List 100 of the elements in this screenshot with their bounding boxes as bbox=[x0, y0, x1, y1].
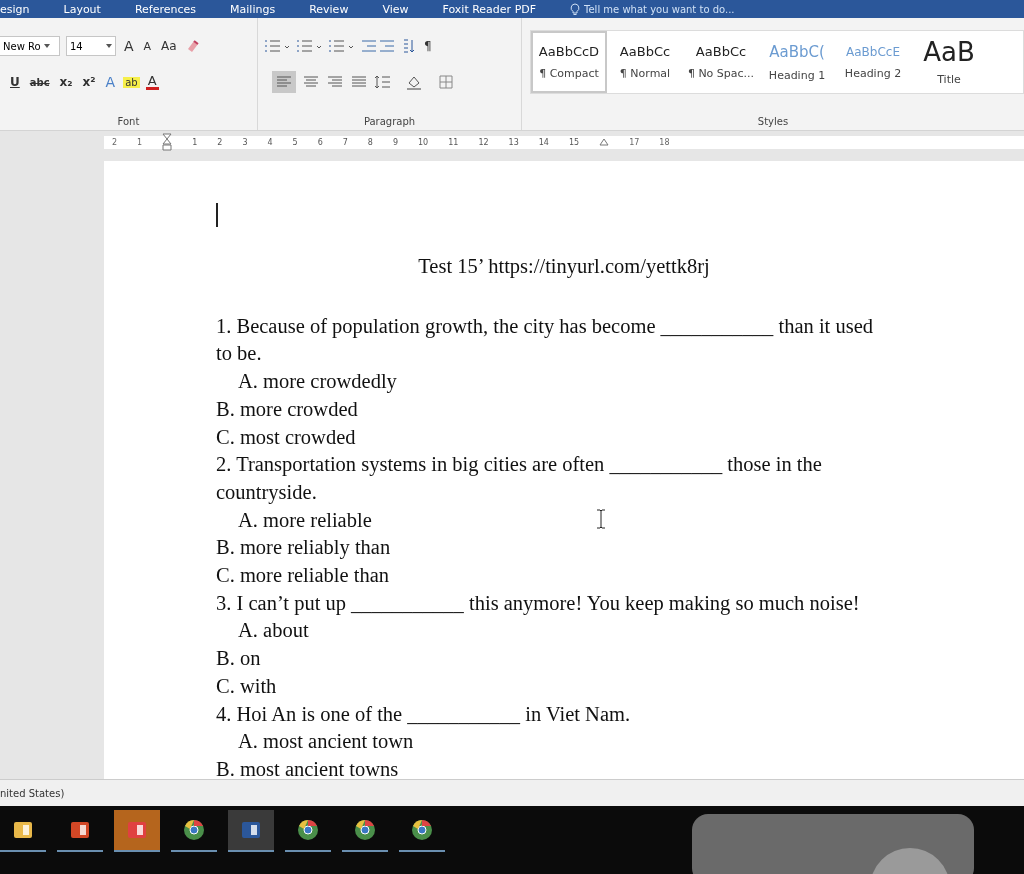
app-icon bbox=[354, 819, 376, 841]
ribbon-tab[interactable]: Layout bbox=[63, 2, 101, 16]
app-icon bbox=[240, 819, 262, 841]
font-name-dropdown[interactable]: New Ro bbox=[0, 36, 60, 56]
ribbon-tab[interactable]: View bbox=[382, 2, 409, 16]
style-name: Heading 2 bbox=[844, 66, 902, 80]
list-icon[interactable] bbox=[296, 39, 322, 53]
ruler-number: 6 bbox=[317, 137, 323, 147]
style-option[interactable]: AaBbCc ¶ No Spac... bbox=[683, 31, 759, 93]
answer-option: B. most ancient towns bbox=[216, 755, 399, 779]
answer-option: C. with bbox=[216, 672, 277, 701]
superscript-button[interactable]: x² bbox=[80, 75, 98, 89]
font-size-dropdown[interactable]: 14 bbox=[66, 36, 116, 56]
taskbar-app[interactable] bbox=[228, 810, 274, 852]
i-beam-cursor-icon bbox=[596, 509, 606, 529]
group-label: Paragraph bbox=[362, 116, 417, 127]
ruler-number: 1 bbox=[137, 137, 143, 147]
lightbulb-icon bbox=[570, 2, 581, 16]
ribbon-tab[interactable]: esign bbox=[0, 2, 30, 16]
tell-me-search-field[interactable]: Tell me what you want to do... bbox=[584, 3, 775, 15]
group-label: Font bbox=[116, 116, 141, 127]
align-left-icon[interactable] bbox=[272, 71, 296, 93]
justify-icon[interactable] bbox=[350, 75, 368, 89]
style-option[interactable]: AaB Title bbox=[911, 31, 987, 93]
ruler-number: 8 bbox=[367, 137, 373, 147]
ruler-number: 10 bbox=[418, 137, 429, 147]
grow-font-button[interactable]: A bbox=[122, 38, 136, 54]
style-preview: AaBbCcE bbox=[846, 44, 900, 59]
font-color-button[interactable]: A bbox=[145, 74, 159, 90]
style-option[interactable]: AaBbC( Heading 1 bbox=[759, 31, 835, 93]
answer-option: C. more reliable than bbox=[216, 562, 390, 590]
sort-icon[interactable] bbox=[402, 38, 416, 54]
strikethrough-button[interactable]: abc bbox=[27, 76, 52, 88]
answer-option: B. more crowded bbox=[216, 395, 358, 424]
ruler-number: 2 bbox=[217, 137, 223, 147]
style-name: ¶ Normal bbox=[619, 67, 671, 80]
text-cursor bbox=[216, 203, 218, 227]
style-preview: AaBbC( bbox=[769, 42, 825, 61]
ruler-number: 9 bbox=[392, 137, 399, 147]
ruler-number: 17 bbox=[629, 137, 640, 147]
ribbon-tab[interactable]: Review bbox=[309, 2, 349, 16]
question-text: 1. Because of population growth, the city has become ___________ than it used to be. bbox=[216, 313, 874, 367]
ruler-number: 13 bbox=[508, 137, 519, 147]
ruler-number: 3 bbox=[242, 137, 248, 147]
answer-option: A. more reliable bbox=[216, 506, 372, 535]
answer-option: A. most ancient town bbox=[216, 728, 414, 756]
ruler-number: 1 bbox=[192, 137, 198, 147]
language-indicator[interactable]: nited States) bbox=[0, 787, 65, 799]
ribbon-tab[interactable]: References bbox=[134, 2, 197, 16]
show-marks-button[interactable]: ¶ bbox=[422, 39, 434, 53]
text-effects-button[interactable]: A bbox=[103, 74, 118, 90]
align-right-icon[interactable] bbox=[326, 75, 344, 89]
subscript-button[interactable]: x₂ bbox=[57, 75, 75, 89]
app-icon bbox=[12, 819, 34, 841]
ruler-number: 18 bbox=[659, 137, 670, 147]
style-option[interactable]: AaBbCcE Heading 2 bbox=[835, 31, 911, 93]
style-name: Title bbox=[937, 72, 961, 86]
ribbon-tab[interactable]: Foxit Reader PDF bbox=[442, 2, 537, 16]
ruler-number: 2 bbox=[112, 137, 118, 147]
answer-option: A. about bbox=[216, 617, 309, 646]
indent-icon[interactable] bbox=[360, 39, 396, 53]
ruler-number: 4 bbox=[267, 137, 273, 147]
ruler-number: 7 bbox=[342, 137, 348, 147]
app-icon bbox=[126, 819, 148, 841]
dropdown-arrow-icon bbox=[106, 44, 112, 48]
style-name: ¶ No Spac... bbox=[687, 67, 755, 80]
style-name: ¶ Compact bbox=[539, 67, 599, 80]
document-title: Test 15’ https://tinyurl.com/yettk8rj bbox=[417, 254, 711, 280]
style-preview: AaB bbox=[923, 38, 975, 65]
style-preview: AaBbCc bbox=[695, 44, 747, 59]
ruler-number: 11 bbox=[448, 137, 459, 147]
app-icon bbox=[183, 819, 205, 841]
dropdown-arrow-icon bbox=[43, 44, 50, 48]
app-icon bbox=[297, 819, 319, 841]
answer-option: C. most crowded bbox=[216, 423, 356, 452]
list-icon[interactable] bbox=[328, 39, 354, 53]
highlight-button[interactable]: ab bbox=[123, 76, 140, 88]
answer-option: A. more crowdedly bbox=[216, 368, 397, 396]
shrink-font-button[interactable]: A bbox=[141, 39, 154, 53]
right-indent-marker-icon[interactable] bbox=[599, 138, 610, 146]
style-option[interactable]: AaBbCcD ¶ Compact bbox=[531, 31, 607, 93]
app-icon bbox=[69, 819, 91, 841]
ruler-number: 15 bbox=[568, 137, 580, 147]
question-text: 3. I can’t put up ___________ this anymore! You keep making so much noise! bbox=[216, 590, 861, 617]
ruler-number: 12 bbox=[478, 137, 489, 147]
ribbon-tab[interactable]: Mailings bbox=[230, 2, 276, 16]
align-center-icon[interactable] bbox=[302, 75, 320, 89]
group-label: Styles bbox=[756, 116, 790, 127]
question-text: 2. Transportation systems in big cities are often ___________ those in the countryside. bbox=[216, 452, 823, 506]
style-name: Heading 1 bbox=[768, 68, 826, 82]
question-text: 4. Hoi An is one of the ___________ in Viet Nam. bbox=[216, 701, 632, 727]
change-case-button[interactable]: Aa bbox=[159, 39, 179, 53]
indent-marker-icon[interactable] bbox=[162, 133, 173, 151]
list-icon[interactable] bbox=[264, 39, 290, 53]
app-icon bbox=[411, 819, 433, 841]
style-preview: AaBbCcD bbox=[538, 44, 600, 59]
underline-button[interactable]: U bbox=[8, 75, 22, 89]
ruler-number: 14 bbox=[538, 137, 549, 147]
style-option[interactable]: AaBbCc ¶ Normal bbox=[607, 31, 683, 93]
ruler-number: 5 bbox=[292, 137, 298, 147]
